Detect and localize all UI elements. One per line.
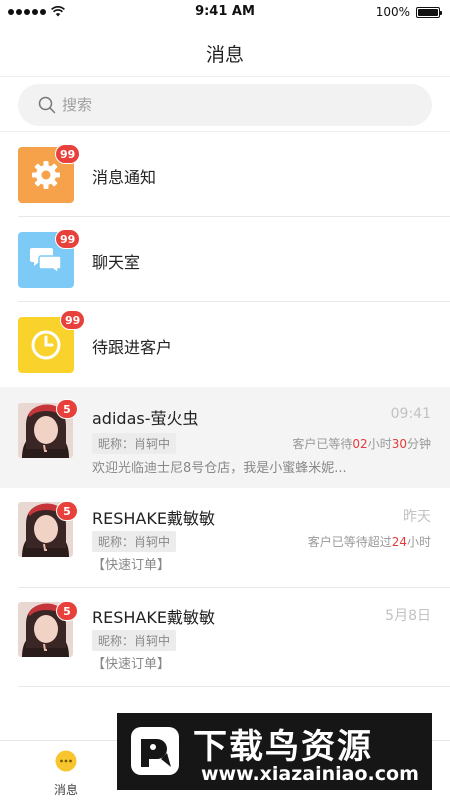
search-icon	[38, 96, 56, 114]
message-preview: 【快速订单】	[92, 558, 171, 573]
search-bar[interactable]	[18, 84, 432, 126]
battery-icon	[416, 7, 442, 18]
watermark-url: www.xiazainiao.com	[201, 763, 419, 785]
chat-time: 09:41	[390, 406, 431, 422]
chat-time: 昨天	[403, 509, 431, 525]
category-label: 待跟进客户	[92, 338, 173, 357]
chat-row[interactable]: 5 adidas-萤火虫 09:41 昵称：肖轲中 客户已等待02小时30分钟 …	[0, 387, 450, 488]
chat-row[interactable]: 5 RESHAKE戴敏敏 5月8日 昵称：肖轲中 【快速订单】	[0, 588, 450, 687]
chat-name: RESHAKE戴敏敏	[92, 608, 215, 627]
category-row-follow-up[interactable]: 99 待跟进客户	[0, 302, 450, 387]
nickname-tag: 昵称：肖轲中	[92, 531, 177, 552]
tab-label: 消息	[53, 783, 78, 797]
unread-badge: 5	[56, 501, 78, 521]
unread-badge: 99	[55, 229, 81, 249]
chat-bubbles-icon	[30, 248, 62, 275]
watermark-banner: 下载鸟资源 www.xiazainiao.com	[117, 713, 432, 790]
category-label: 聊天室	[92, 253, 141, 272]
nickname-tag: 昵称：肖轲中	[92, 630, 177, 651]
category-label: 消息通知	[92, 168, 157, 187]
message-bubble-icon	[55, 750, 77, 772]
unread-badge: 99	[60, 310, 86, 330]
chat-name: RESHAKE戴敏敏	[92, 509, 215, 528]
chat-time: 5月8日	[385, 608, 431, 624]
search-input[interactable]	[62, 96, 362, 114]
message-preview: 【快速订单】	[92, 657, 171, 672]
chat-name: adidas-萤火虫	[92, 409, 199, 428]
battery-percent: 100%	[375, 5, 410, 19]
wait-time: 客户已等待02小时30分钟	[292, 437, 431, 451]
unread-badge: 5	[56, 601, 78, 621]
nickname-tag: 昵称：肖轲中	[92, 433, 177, 454]
page-title: 消息	[205, 44, 244, 66]
clock-icon	[31, 330, 61, 360]
unread-badge: 5	[56, 399, 78, 419]
message-preview: 欢迎光临迪士尼8号仓店，我是小蜜蜂米妮...	[92, 461, 347, 476]
category-row-chatroom[interactable]: 99 聊天室	[0, 217, 450, 302]
category-row-notifications[interactable]: 99 消息通知	[0, 132, 450, 217]
tab-messages[interactable]: 消息	[10, 741, 122, 800]
status-bar: 9:41 AM 100%	[0, 0, 450, 24]
row-divider	[18, 686, 450, 687]
watermark-title: 下载鸟资源	[193, 727, 373, 767]
wait-time: 客户已等待超过24小时	[307, 535, 431, 549]
header-divider	[0, 76, 450, 77]
gear-icon	[32, 161, 60, 189]
bird-logo-icon	[131, 727, 179, 775]
unread-badge: 99	[55, 144, 81, 164]
chat-row[interactable]: 5 RESHAKE戴敏敏 昨天 昵称：肖轲中 客户已等待超过24小时 【快速订单…	[0, 488, 450, 588]
